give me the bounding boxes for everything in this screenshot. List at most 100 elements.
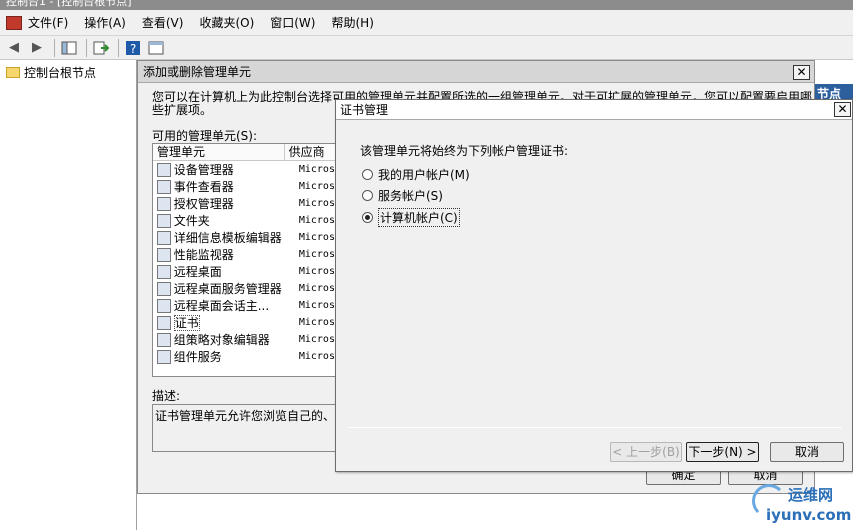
window-title-bar: 控制台1 - [控制台根节点] [0,0,853,10]
back-button[interactable]: < 上一步(B) [610,442,682,462]
list-header: 管理单元 供应商 [153,144,341,161]
list-item[interactable]: 事件查看器 Microso [153,178,341,195]
snapin-name: 设备管理器 [173,163,234,177]
snapin-name: 证书 [173,315,200,331]
snapin-icon [157,332,171,347]
list-item[interactable]: 文件夹 Microso [153,212,341,229]
menu-file[interactable]: 文件(F) [28,14,68,31]
svg-text:?: ? [130,42,136,56]
snapin-name-cell: 性能监视器 [174,246,299,263]
account-prompt: 该管理单元将始终为下列帐户管理证书: [360,144,569,158]
close-icon[interactable]: ✕ [834,102,851,117]
available-snapins-label: 可用的管理单元(S): [152,129,258,143]
snapin-name: 性能监视器 [173,248,234,262]
watermark-line1: 运维网 [788,486,834,504]
list-item[interactable]: 组件服务 Microso [153,348,341,365]
watermark-line2: iyunv.com [766,506,852,524]
menu-view[interactable]: 查看(V) [142,14,184,31]
snapin-name: 远程桌面 [173,265,222,279]
toolbar-separator [54,38,55,57]
snapin-name: 远程桌面会话主... [173,299,270,313]
description-label: 描述: [152,389,181,403]
back-arrow-icon[interactable]: ◀ [4,39,24,57]
snapin-icon [157,247,171,262]
radio-label: 服务帐户(S) [378,189,443,203]
list-item[interactable]: 远程桌面会话主... Microso [153,297,341,314]
snapin-icon [157,264,171,279]
snapin-name-cell: 证书 [173,314,299,331]
dialog-caption: 添加或删除管理单元 [138,61,814,83]
menu-window[interactable]: 窗口(W) [270,14,315,31]
list-item[interactable]: 授权管理器 Microso [153,195,341,212]
tree-node-label: 控制台根节点 [24,66,97,80]
snapin-name-cell: 远程桌面服务管理器 [174,280,299,297]
list-item[interactable]: 远程桌面 Microso [153,263,341,280]
window-title: 控制台1 - [控制台根节点] [6,0,132,8]
forward-arrow-icon[interactable]: ▶ [27,39,47,57]
column-header-snapin[interactable]: 管理单元 [153,144,285,160]
next-button[interactable]: 下一步(N) > [686,442,759,462]
radio-button[interactable] [362,190,373,201]
radio-my-user-account[interactable]: 我的用户帐户(M) [362,166,470,183]
list-item[interactable]: 证书 Microso [153,314,341,331]
export-list-icon[interactable] [91,39,111,57]
snapin-icon [157,213,171,228]
dialog-caption: 证书管理 [336,100,852,120]
snapin-name-cell: 组件服务 [174,348,299,365]
console-tree: 控制台根节点 [0,60,137,530]
toolbar: ◀ ▶ ? [0,36,853,60]
snapin-icon [157,230,171,245]
certificates-snapin-dialog: 证书管理 ✕ 该管理单元将始终为下列帐户管理证书: 我的用户帐户(M) 服务帐户… [335,99,853,472]
toolbar-separator [86,38,87,57]
snapin-icon [157,281,171,296]
help-icon[interactable]: ? [123,39,143,57]
close-icon[interactable]: ✕ [793,65,810,80]
snapin-name: 授权管理器 [173,197,234,211]
snapin-name-cell: 事件查看器 [174,178,299,195]
menu-action[interactable]: 操作(A) [84,14,126,31]
snapin-icon [157,196,171,211]
snapin-name: 远程桌面服务管理器 [173,282,282,296]
menu-help[interactable]: 帮助(H) [331,14,373,31]
tree-node-root[interactable]: 控制台根节点 [6,64,96,81]
show-hide-tree-icon[interactable] [59,39,79,57]
list-item[interactable]: 详细信息模板编辑器 Microso [153,229,341,246]
column-header-vendor[interactable]: 供应商 [285,144,341,160]
snapin-name: 文件夹 [173,214,210,228]
snapin-name-cell: 远程桌面会话主... [174,297,299,314]
snapin-icon [157,162,171,177]
radio-label: 我的用户帐户(M) [378,168,470,182]
snapin-name: 组策略对象编辑器 [173,333,270,347]
list-item[interactable]: 性能监视器 Microso [153,246,341,263]
radio-service-account[interactable]: 服务帐户(S) [362,187,443,204]
snapin-name-cell: 远程桌面 [174,263,299,280]
snapin-name-cell: 授权管理器 [174,195,299,212]
snapin-name-cell: 详细信息模板编辑器 [174,229,299,246]
list-item[interactable]: 远程桌面服务管理器 Microso [153,280,341,297]
toolbar-separator [118,38,119,57]
snapin-name-cell: 设备管理器 [174,161,299,178]
radio-button-selected[interactable] [362,212,373,223]
folder-icon [6,67,20,78]
available-snapins-list[interactable]: 管理单元 供应商 设备管理器 Microso 事件查看器 Microso 授权管理器 Mi… [152,143,342,377]
snapin-name: 事件查看器 [173,180,234,194]
menu-bar: 文件(F) 操作(A) 查看(V) 收藏夹(O) 窗口(W) 帮助(H) [0,10,853,36]
menu-favorites[interactable]: 收藏夹(O) [199,14,254,31]
cancel-button[interactable]: 取消 [770,442,844,462]
site-watermark: 运维网 iyunv.com [748,482,853,530]
radio-computer-account[interactable]: 计算机帐户(C) [362,208,460,227]
snapin-name-cell: 组策略对象编辑器 [174,331,299,348]
properties-icon[interactable] [146,39,166,57]
snapin-icon [157,315,171,330]
list-item[interactable]: 设备管理器 Microso [153,161,341,178]
app-icon[interactable] [6,15,22,30]
list-item[interactable]: 组策略对象编辑器 Microso [153,331,341,348]
description-box: 证书管理单元允许您浏览自己的、 [152,404,342,452]
snapin-name: 详细信息模板编辑器 [173,231,282,245]
dialog-separator [348,427,842,428]
snapin-icon [157,349,171,364]
radio-button[interactable] [362,169,373,180]
snapin-icon [157,298,171,313]
snapin-icon [157,179,171,194]
snapin-name: 组件服务 [173,350,222,364]
